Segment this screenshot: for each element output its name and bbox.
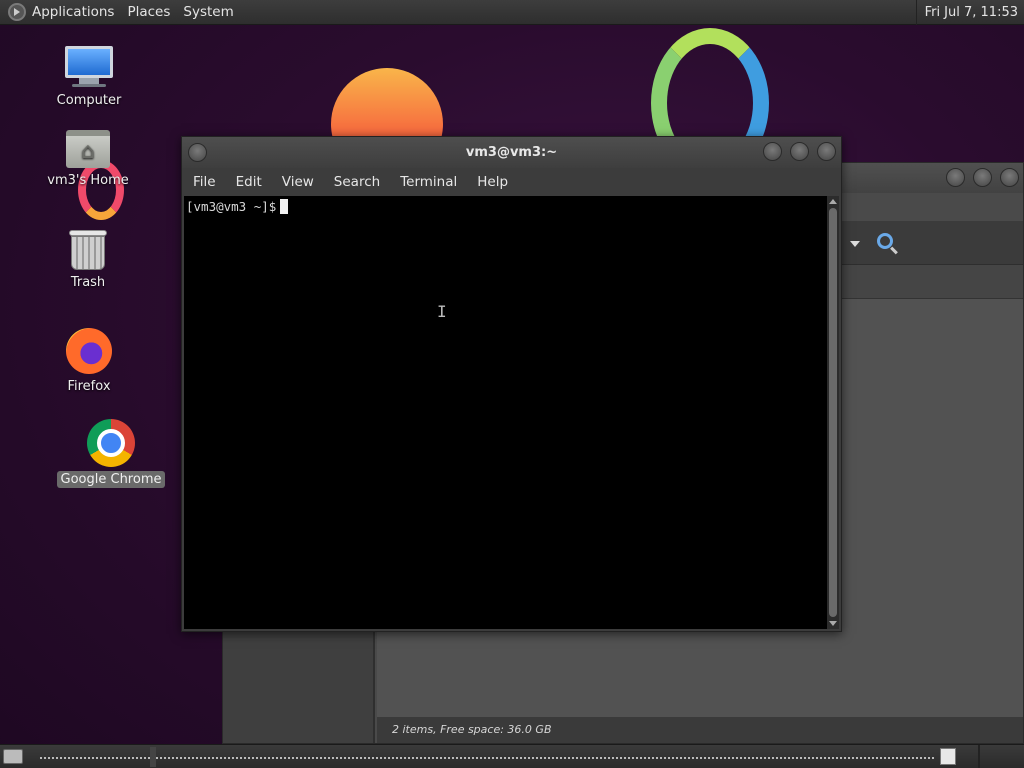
menu-view[interactable]: View [282,174,314,190]
minimize-button[interactable] [946,168,965,187]
window-menu-button[interactable] [188,143,207,162]
panel-divider [978,745,980,768]
desktop-icon-computer[interactable]: Computer [34,46,144,109]
desktop-icon-label: vm3's Home [47,173,129,188]
shell-prompt: [vm3@vm3 ~]$ [186,199,277,214]
terminal-window[interactable]: vm3@vm3:~ File Edit View Search Terminal… [181,136,842,632]
desktop-icon-label: Trash [70,275,106,290]
menu-edit[interactable]: Edit [236,174,262,190]
home-folder-icon: ⌂ [66,130,110,168]
menu-terminal[interactable]: Terminal [400,174,457,190]
desktop-icon-label: Google Chrome [56,471,166,488]
minimize-button[interactable] [763,142,782,161]
desktop-icon-label: Firefox [67,379,111,394]
desktop-icon-home[interactable]: ⌂ vm3's Home [33,130,143,189]
desktop-icon-label: Computer [56,93,122,108]
clock[interactable]: Fri Jul 7, 11:53 [915,0,1024,25]
bottom-panel [0,744,1024,768]
panel-handle[interactable] [150,747,156,767]
menu-applications[interactable]: Applications [32,4,123,20]
distro-logo-icon[interactable] [8,3,26,21]
close-button[interactable] [817,142,836,161]
show-desktop-icon[interactable] [3,749,23,764]
terminal-menubar: File Edit View Search Terminal Help [182,168,841,196]
desktop-icon-trash[interactable]: Trash [33,230,143,291]
maximize-button[interactable] [790,142,809,161]
terminal-output[interactable]: [vm3@vm3 ~]$ [184,196,827,629]
window-title: vm3@vm3:~ [465,145,558,160]
terminal-scrollbar[interactable] [827,196,839,629]
scroll-up-icon[interactable] [829,199,837,204]
computer-icon [65,46,113,88]
chevron-down-icon[interactable] [850,241,860,247]
workspace-switcher[interactable] [940,748,956,765]
maximize-button[interactable] [973,168,992,187]
close-button[interactable] [1000,168,1019,187]
menu-file[interactable]: File [193,174,216,190]
desktop-icon-chrome[interactable]: Google Chrome [56,419,166,488]
search-icon[interactable] [877,233,893,249]
menu-help[interactable]: Help [477,174,508,190]
firefox-icon [66,328,112,374]
ibeam-cursor-icon: I [437,302,447,321]
window-list[interactable] [40,757,936,759]
desktop-icon-firefox[interactable]: Firefox [34,328,144,395]
trash-icon [69,230,107,270]
menu-search[interactable]: Search [334,174,380,190]
terminal-titlebar[interactable]: vm3@vm3:~ [182,137,841,168]
menu-places[interactable]: Places [127,4,179,20]
menu-system[interactable]: System [183,4,242,20]
top-panel: Applications Places System Fri Jul 7, 11… [0,0,1024,25]
scroll-down-icon[interactable] [829,621,837,626]
chrome-icon [87,419,135,467]
text-cursor [280,199,289,214]
scrollbar-thumb[interactable] [829,208,837,617]
status-bar: 2 items, Free space: 36.0 GB [377,717,1023,743]
